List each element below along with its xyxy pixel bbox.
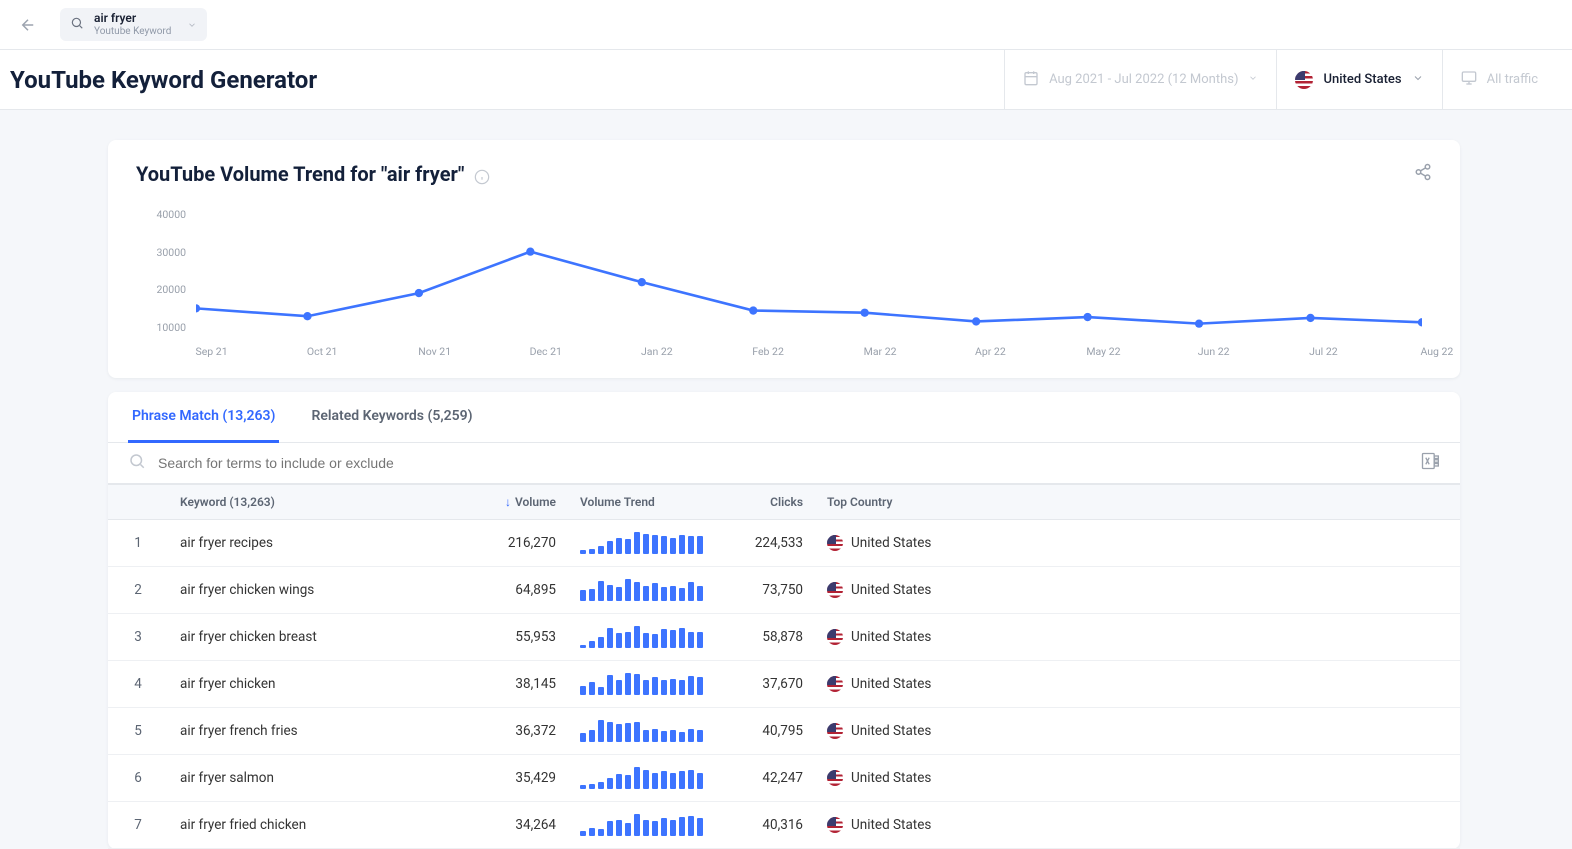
chevron-down-icon (1412, 72, 1424, 88)
date-range-label: Aug 2021 - Jul 2022 (12 Months) (1049, 72, 1238, 87)
table-row[interactable]: 2 air fryer chicken wings 64,895 73,750 … (108, 567, 1460, 614)
row-clicks: 58,878 (715, 614, 815, 661)
chart-card: YouTube Volume Trend for "air fryer" 400… (108, 140, 1460, 378)
calendar-icon (1023, 70, 1039, 90)
export-excel-icon[interactable] (1420, 451, 1440, 475)
row-keyword: air fryer recipes (168, 520, 468, 567)
traffic-icon (1461, 70, 1477, 90)
table-row[interactable]: 4 air fryer chicken 38,145 37,670 United… (108, 661, 1460, 708)
row-index: 1 (108, 520, 168, 567)
row-country: United States (815, 802, 1460, 849)
table-row[interactable]: 6 air fryer salmon 35,429 42,247 United … (108, 755, 1460, 802)
us-flag-icon (827, 817, 843, 833)
search-context-pill[interactable]: air fryer Youtube Keyword (60, 8, 207, 40)
row-clicks: 224,533 (715, 520, 815, 567)
page-title: YouTube Keyword Generator (10, 66, 317, 94)
keywords-table: Keyword (13,263) ↓Volume Volume Trend Cl… (108, 484, 1460, 849)
row-sparkline (568, 520, 715, 567)
us-flag-icon (1295, 71, 1313, 89)
row-sparkline (568, 802, 715, 849)
us-flag-icon (827, 582, 843, 598)
row-keyword: air fryer chicken wings (168, 567, 468, 614)
row-sparkline (568, 661, 715, 708)
row-country: United States (815, 567, 1460, 614)
info-icon[interactable] (474, 166, 490, 182)
us-flag-icon (827, 629, 843, 645)
table-row[interactable]: 3 air fryer chicken breast 55,953 58,878… (108, 614, 1460, 661)
table-row[interactable]: 1 air fryer recipes 216,270 224,533 Unit… (108, 520, 1460, 567)
th-volume[interactable]: ↓Volume (468, 485, 568, 520)
table-row[interactable]: 5 air fryer french fries 36,372 40,795 U… (108, 708, 1460, 755)
row-country: United States (815, 755, 1460, 802)
back-button[interactable] (16, 13, 40, 37)
row-keyword: air fryer french fries (168, 708, 468, 755)
search-term: air fryer (94, 12, 171, 25)
table-row[interactable]: 7 air fryer fried chicken 34,264 40,316 … (108, 802, 1460, 849)
share-icon[interactable] (1414, 163, 1432, 185)
us-flag-icon (827, 770, 843, 786)
country-selector[interactable]: United States (1276, 50, 1441, 109)
row-index: 4 (108, 661, 168, 708)
row-volume: 36,372 (468, 708, 568, 755)
traffic-label: All traffic (1487, 72, 1538, 87)
tab-related-keywords[interactable]: Related Keywords (5,259) (307, 392, 476, 443)
row-country: United States (815, 661, 1460, 708)
th-top-country[interactable]: Top Country (815, 485, 1460, 520)
date-range-selector[interactable]: Aug 2021 - Jul 2022 (12 Months) (1004, 50, 1276, 109)
row-clicks: 42,247 (715, 755, 815, 802)
tab-phrase-match[interactable]: Phrase Match (13,263) (128, 392, 279, 443)
row-keyword: air fryer fried chicken (168, 802, 468, 849)
row-volume: 38,145 (468, 661, 568, 708)
line-chart: 40000300002000010000 Sep 21Oct 21Nov 21D… (136, 196, 1432, 366)
row-sparkline (568, 708, 715, 755)
row-keyword: air fryer chicken breast (168, 614, 468, 661)
row-volume: 64,895 (468, 567, 568, 614)
row-clicks: 73,750 (715, 567, 815, 614)
row-country: United States (815, 614, 1460, 661)
row-index: 7 (108, 802, 168, 849)
us-flag-icon (827, 723, 843, 739)
traffic-selector[interactable]: All traffic (1442, 50, 1556, 109)
results-card: Phrase Match (13,263) Related Keywords (… (108, 392, 1460, 849)
row-sparkline (568, 567, 715, 614)
th-clicks[interactable]: Clicks (715, 485, 815, 520)
chevron-down-icon (187, 15, 197, 34)
row-keyword: air fryer chicken (168, 661, 468, 708)
row-volume: 34,264 (468, 802, 568, 849)
row-country: United States (815, 520, 1460, 567)
row-index: 6 (108, 755, 168, 802)
row-volume: 35,429 (468, 755, 568, 802)
row-clicks: 40,795 (715, 708, 815, 755)
row-index: 3 (108, 614, 168, 661)
search-subtitle: Youtube Keyword (94, 26, 171, 37)
search-icon (128, 452, 146, 474)
row-country: United States (815, 708, 1460, 755)
th-volume-trend[interactable]: Volume Trend (568, 485, 715, 520)
chevron-down-icon (1248, 72, 1258, 87)
chart-title: YouTube Volume Trend for "air fryer" (136, 162, 464, 186)
search-icon (70, 15, 84, 34)
filter-input[interactable] (158, 455, 758, 471)
row-index: 5 (108, 708, 168, 755)
row-clicks: 40,316 (715, 802, 815, 849)
row-keyword: air fryer salmon (168, 755, 468, 802)
row-index: 2 (108, 567, 168, 614)
row-volume: 216,270 (468, 520, 568, 567)
row-volume: 55,953 (468, 614, 568, 661)
country-label: United States (1323, 72, 1401, 87)
th-keyword[interactable]: Keyword (13,263) (168, 485, 468, 520)
us-flag-icon (827, 535, 843, 551)
row-sparkline (568, 614, 715, 661)
row-clicks: 37,670 (715, 661, 815, 708)
us-flag-icon (827, 676, 843, 692)
row-sparkline (568, 755, 715, 802)
